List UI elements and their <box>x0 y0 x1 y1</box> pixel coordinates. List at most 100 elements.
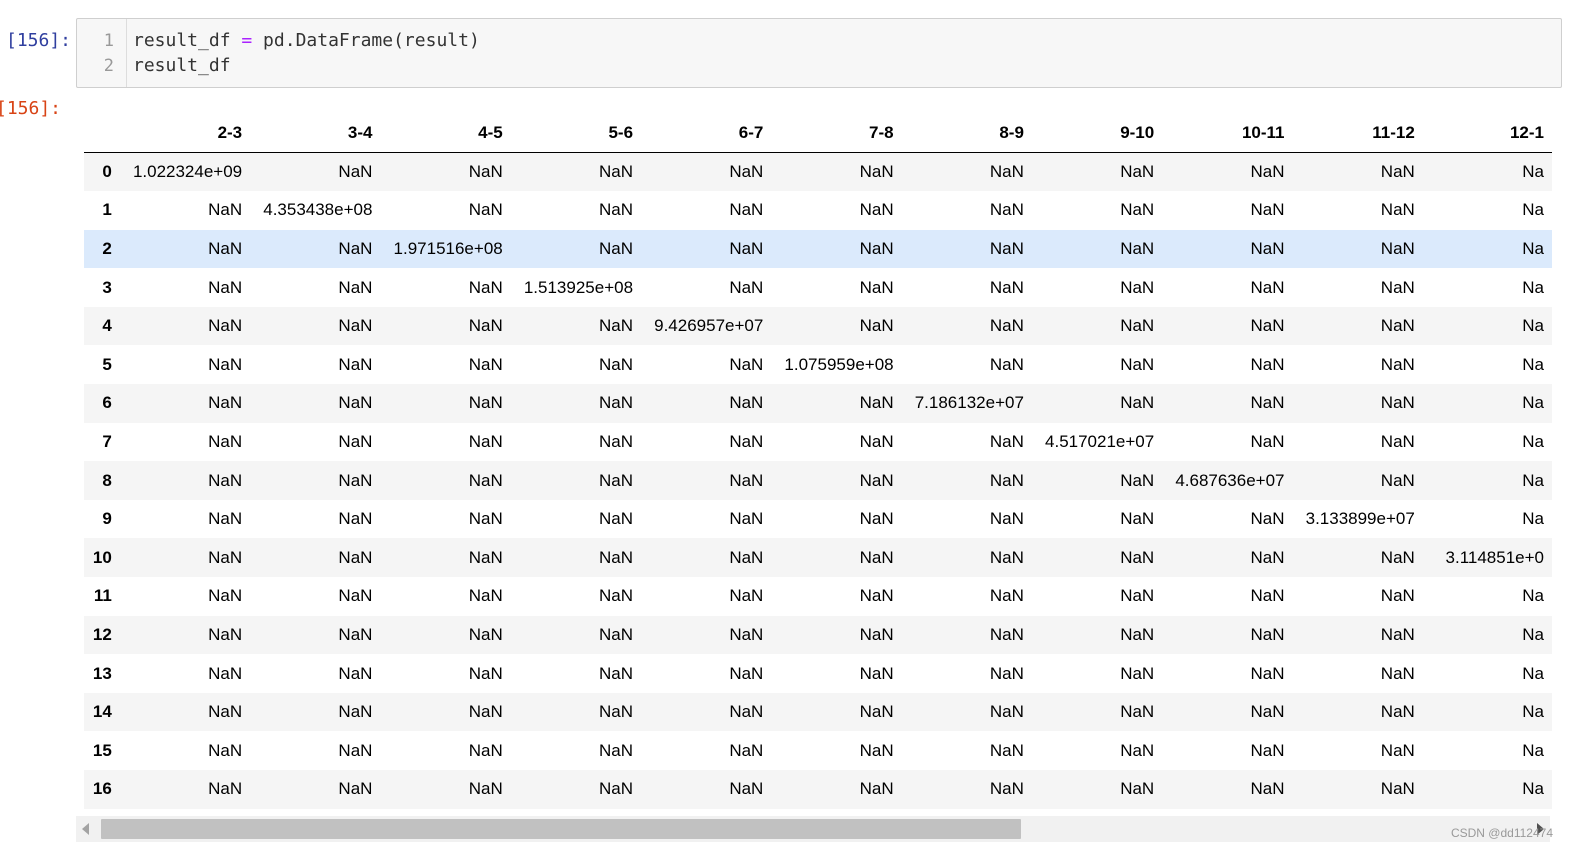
table-cell: NaN <box>338 779 373 799</box>
table-cell: Na <box>1522 663 1544 683</box>
row-index: 14 <box>92 702 112 722</box>
table-cell: NaN <box>1250 393 1285 413</box>
table-cell: NaN <box>989 238 1024 258</box>
row-index: 8 <box>102 470 112 490</box>
table-cell: Na <box>1522 702 1544 722</box>
table-cell: NaN <box>729 162 764 182</box>
table-cell: NaN <box>1380 354 1415 374</box>
table-cell: Na <box>1522 393 1544 413</box>
scroll-left-arrow-icon[interactable] <box>82 823 89 835</box>
column-header: 6-7 <box>641 114 772 153</box>
code-line[interactable]: result_df <box>133 55 231 76</box>
scrollbar-thumb[interactable] <box>101 819 1021 839</box>
table-cell: NaN <box>989 316 1024 336</box>
column-header: 9-10 <box>1031 114 1163 153</box>
table-row: 12 NaN NaN NaN NaN NaN NaN NaN NaN NaN NaN Na <box>84 615 1552 655</box>
table-cell: NaN <box>1250 740 1285 760</box>
table-cell: NaN <box>208 431 243 451</box>
table-cell: Na <box>1522 740 1544 760</box>
table-cell: NaN <box>859 547 894 567</box>
table-cell: NaN <box>208 779 243 799</box>
table-cell: NaN <box>989 470 1024 490</box>
column-header: 7-8 <box>771 114 902 153</box>
table-cell: NaN <box>1250 509 1285 529</box>
table-cell: 4.687636e+07 <box>1175 470 1285 490</box>
table-cell: NaN <box>1250 277 1285 297</box>
table-cell: NaN <box>1250 162 1285 182</box>
table-cell: NaN <box>468 354 503 374</box>
table-cell: 1.971516e+08 <box>393 238 503 258</box>
table-cell: NaN <box>1120 547 1155 567</box>
code-cell-editor[interactable]: 1 2 result_df = pd.DataFrame(result) res… <box>76 18 1562 88</box>
table-cell: NaN <box>599 431 634 451</box>
table-cell: NaN <box>599 238 634 258</box>
table-cell: NaN <box>468 547 503 567</box>
table-cell: NaN <box>338 393 373 413</box>
table-cell: NaN <box>338 509 373 529</box>
table-cell: NaN <box>1120 586 1155 606</box>
table-cell: NaN <box>599 316 634 336</box>
table-row: 10 NaN NaN NaN NaN NaN NaN NaN NaN NaN NaN 3.114851… <box>84 538 1552 578</box>
table-cell: NaN <box>599 624 634 644</box>
table-cell: NaN <box>989 663 1024 683</box>
dataframe-table: 2-3 3-4 4-5 5-6 6-7 7-8 8-9 9-10 10-11 11-12 12-1 … <box>84 114 1552 809</box>
table-row: 5 NaN NaN NaN NaN NaN 1.075959e+08 NaN NaN NaN NaN… <box>84 345 1552 385</box>
table-cell: NaN <box>208 624 243 644</box>
table-cell: NaN <box>859 277 894 297</box>
row-index: 2 <box>102 238 112 258</box>
table-cell: Na <box>1522 624 1544 644</box>
table-cell: NaN <box>729 779 764 799</box>
table-cell: NaN <box>729 740 764 760</box>
table-cell: NaN <box>599 779 634 799</box>
row-index: 12 <box>92 624 112 644</box>
table-row: 8 NaN NaN NaN NaN NaN NaN NaN NaN 4.687636e+07 NaN… <box>84 461 1552 500</box>
table-cell: NaN <box>208 740 243 760</box>
table-cell: NaN <box>599 702 634 722</box>
table-cell: NaN <box>468 586 503 606</box>
table-cell: NaN <box>1380 162 1415 182</box>
column-header: 11-12 <box>1292 114 1423 153</box>
table-cell: Na <box>1522 316 1544 336</box>
table-cell: NaN <box>208 509 243 529</box>
table-cell: NaN <box>338 354 373 374</box>
row-index: 15 <box>92 740 112 760</box>
table-cell: NaN <box>1380 779 1415 799</box>
dataframe-output[interactable]: 2-3 3-4 4-5 5-6 6-7 7-8 8-9 9-10 10-11 11-12 12-1 … <box>84 114 1552 810</box>
table-cell: NaN <box>338 277 373 297</box>
table-cell: NaN <box>989 702 1024 722</box>
index-header <box>84 114 120 153</box>
table-cell: NaN <box>729 509 764 529</box>
table-cell: NaN <box>1380 663 1415 683</box>
horizontal-scrollbar[interactable] <box>76 816 1550 842</box>
table-cell: NaN <box>1250 316 1285 336</box>
table-cell: NaN <box>729 277 764 297</box>
table-cell: 9.426957e+07 <box>654 316 764 336</box>
table-cell: NaN <box>1120 200 1155 220</box>
table-cell: NaN <box>989 431 1024 451</box>
table-body: 0 1.022324e+09 NaN NaN NaN NaN NaN NaN NaN NaN NaN… <box>84 152 1552 809</box>
table-cell: NaN <box>599 663 634 683</box>
row-index: 9 <box>102 509 112 529</box>
table-cell: NaN <box>468 663 503 683</box>
column-header: 10-11 <box>1162 114 1293 153</box>
table-row: 6 NaN NaN NaN NaN NaN NaN 7.186132e+07 NaN NaN NaN… <box>84 384 1552 423</box>
table-cell: NaN <box>1250 586 1285 606</box>
line-number: 2 <box>103 56 114 76</box>
code-line[interactable]: result_df = pd.DataFrame(result) <box>133 30 480 51</box>
table-cell: NaN <box>208 200 243 220</box>
table-cell: NaN <box>859 431 894 451</box>
table-cell: NaN <box>729 586 764 606</box>
table-cell: NaN <box>599 740 634 760</box>
table-cell: Na <box>1522 354 1544 374</box>
table-cell: NaN <box>1120 393 1155 413</box>
table-cell: NaN <box>1250 431 1285 451</box>
table-cell: NaN <box>1250 702 1285 722</box>
table-cell: NaN <box>1120 277 1155 297</box>
table-cell: Na <box>1522 779 1544 799</box>
table-cell: NaN <box>468 393 503 413</box>
table-cell: NaN <box>599 470 634 490</box>
table-cell: NaN <box>599 393 634 413</box>
table-cell: NaN <box>1120 779 1155 799</box>
row-index: 6 <box>102 393 112 413</box>
table-cell: NaN <box>208 547 243 567</box>
